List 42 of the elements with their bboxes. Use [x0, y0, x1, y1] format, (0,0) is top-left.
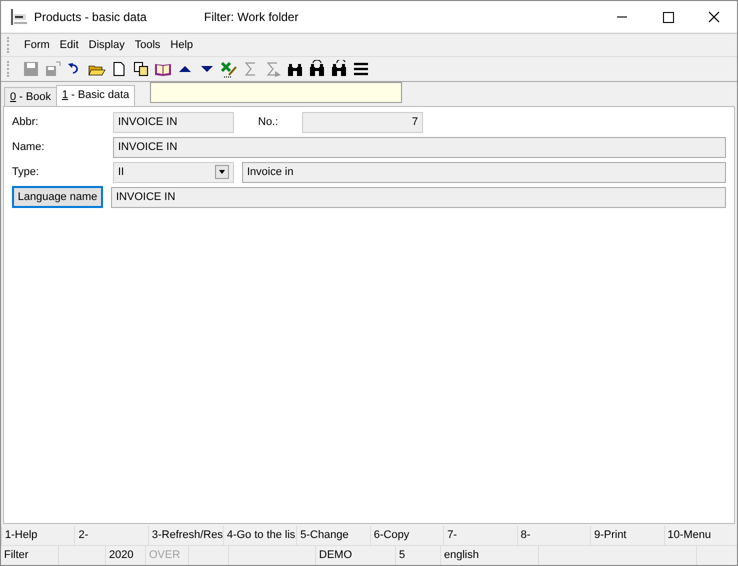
- status-cell: english: [441, 546, 539, 565]
- status-cell: 2020: [106, 546, 146, 565]
- copy-icon[interactable]: [131, 60, 151, 78]
- status-cell: OVER: [146, 546, 189, 565]
- menu-item[interactable]: Help: [165, 39, 198, 51]
- function-key[interactable]: 10-Menu: [664, 526, 737, 545]
- status-cell: 5: [396, 546, 441, 565]
- field-label: Name:: [12, 141, 46, 153]
- menu-item[interactable]: Tools: [130, 39, 166, 51]
- language-name-button[interactable]: Language name: [12, 186, 103, 208]
- function-key[interactable]: 9-Print: [590, 526, 664, 545]
- status-cell: Filter: [1, 546, 59, 565]
- menu-item[interactable]: Edit: [54, 39, 84, 51]
- field-label: Abbr:: [12, 116, 40, 128]
- menu-icon[interactable]: [351, 60, 371, 78]
- function-key[interactable]: 5-Change: [296, 526, 370, 545]
- menu-item[interactable]: Display: [84, 39, 130, 51]
- field-label: Type:: [12, 166, 40, 178]
- status-cell: DEMO: [316, 546, 396, 565]
- tab[interactable]: 0 - Book: [4, 87, 57, 106]
- field-label: No.:: [258, 116, 280, 128]
- function-key[interactable]: 8-: [516, 526, 590, 545]
- function-key[interactable]: 7-: [443, 526, 517, 545]
- language-name-field[interactable]: INVOICE IN: [111, 186, 726, 208]
- window-title: Products - basic data: [34, 10, 148, 24]
- type-dropdown[interactable]: II: [113, 162, 234, 182]
- abbr-field[interactable]: INVOICE IN: [113, 112, 234, 132]
- binoculars-icon[interactable]: [307, 60, 327, 78]
- function-key[interactable]: 1-Help: [1, 526, 74, 545]
- name-field[interactable]: INVOICE IN: [113, 136, 726, 158]
- function-key[interactable]: 4-Go to the lis: [222, 526, 296, 545]
- filter-label: Filter: Work folder: [204, 10, 298, 24]
- binoculars-icon[interactable]: [329, 60, 349, 78]
- function-key[interactable]: 2-: [74, 526, 148, 545]
- function-key[interactable]: 6-Copy: [370, 526, 444, 545]
- app-logo-icon: [10, 8, 28, 26]
- function-key[interactable]: 3-Refresh/Res: [148, 526, 223, 545]
- spreadsheet-icon[interactable]: [219, 60, 239, 78]
- type-description-field: Invoice in: [242, 162, 726, 182]
- menu-item[interactable]: Form: [19, 39, 55, 51]
- tab[interactable]: 1 - Basic data: [56, 85, 136, 106]
- number-field[interactable]: 7: [302, 112, 423, 132]
